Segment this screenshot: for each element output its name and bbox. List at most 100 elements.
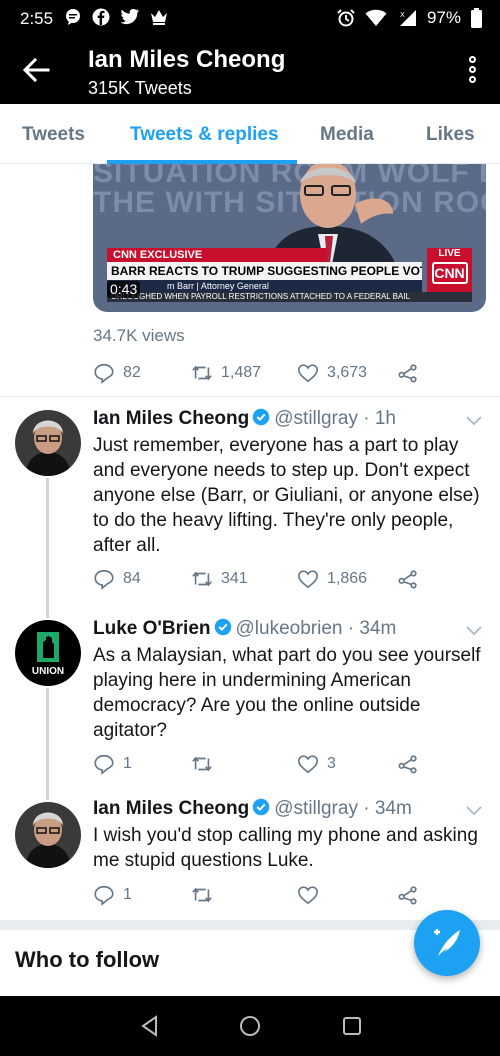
share-button[interactable]: [397, 362, 419, 384]
tweet-header: Luke O'Brien @lukeobrien · 34m: [93, 618, 397, 639]
like-button[interactable]: 3: [297, 753, 336, 775]
retweet-icon: [192, 887, 212, 903]
heart-icon: [298, 364, 318, 383]
tweet-header: Ian Miles Cheong @stillgray · 1h: [93, 408, 396, 429]
retweet-button[interactable]: 341: [191, 568, 248, 590]
tab-tweets[interactable]: Tweets: [22, 124, 85, 146]
tweet[interactable]: UNION Luke O'Brien @lukeobrien · 34m As a…: [0, 606, 500, 796]
cnn-logo: CNN: [431, 262, 468, 284]
timeline[interactable]: SITUATION ROOM WOLF BLITZERTHE WITH SITU…: [0, 164, 500, 996]
tweet-header: Ian Miles Cheong @stillgray · 34m: [93, 798, 412, 819]
verified-badge-icon: [214, 618, 231, 636]
reply-count: 1: [123, 886, 132, 903]
tweet-time: 1h: [374, 408, 396, 429]
retweet-button[interactable]: [191, 884, 221, 906]
tab-media[interactable]: Media: [320, 124, 374, 146]
share-icon: [398, 570, 417, 589]
retweet-button[interactable]: [191, 753, 221, 775]
more-options-icon[interactable]: [466, 56, 478, 86]
tab-likes[interactable]: Likes: [426, 124, 475, 146]
share-button[interactable]: [397, 884, 419, 906]
news-lower-third: CNN EXCLUSIVE BARR REACTS TO TRUMP SUGGE…: [107, 248, 472, 302]
compose-tweet-button[interactable]: [414, 910, 480, 976]
reply-icon: [94, 569, 114, 590]
retweet-button[interactable]: 1,487: [191, 362, 261, 384]
avatar[interactable]: [15, 410, 81, 476]
like-count: 3,673: [327, 364, 368, 381]
who-to-follow-heading: Who to follow: [15, 947, 160, 972]
like-button[interactable]: [297, 884, 327, 906]
video-player[interactable]: SITUATION ROOM WOLF BLITZERTHE WITH SITU…: [93, 164, 486, 312]
author-name[interactable]: Ian Miles Cheong: [93, 408, 249, 429]
avatar[interactable]: [15, 802, 81, 868]
news-headline: BARR REACTS TO TRUMP SUGGESTING PEOPLE V…: [107, 262, 422, 280]
back-arrow-icon[interactable]: [20, 52, 52, 88]
reply-button[interactable]: 1: [93, 884, 132, 906]
reply-icon: [94, 754, 114, 775]
retweet-icon: [192, 756, 212, 772]
reply-button[interactable]: 84: [93, 568, 141, 590]
author-handle[interactable]: @stillgray: [274, 798, 358, 819]
tweet-time: 34m: [359, 618, 397, 639]
tweet[interactable]: Ian Miles Cheong @stillgray · 1h Just rem…: [0, 396, 500, 606]
avatar[interactable]: UNION: [15, 620, 81, 686]
avatar-label: UNION: [32, 666, 64, 677]
reply-icon: [94, 363, 114, 384]
app-bar: Ian Miles Cheong 315K Tweets: [0, 38, 500, 104]
cnn-exclusive-label: CNN EXCLUSIVE: [107, 248, 327, 262]
retweet-icon: [192, 571, 212, 587]
live-badge: LIVE CNN: [427, 248, 472, 292]
share-icon: [398, 755, 417, 774]
tweet-time: 34m: [374, 798, 412, 819]
share-icon: [398, 886, 417, 905]
chevron-down-icon[interactable]: [466, 626, 482, 636]
author-handle[interactable]: @lukeobrien: [236, 618, 343, 639]
tweet[interactable]: Ian Miles Cheong @stillgray · 34m I wish …: [0, 796, 500, 920]
video-duration: 0:43: [107, 281, 141, 298]
reply-count: 82: [123, 364, 141, 381]
tweet-actions: 82 1,487 3,673: [93, 362, 423, 386]
thread-line: [46, 688, 49, 796]
chevron-down-icon[interactable]: [466, 806, 482, 816]
tweet-text: Just remember, everyone has a part to pl…: [93, 435, 480, 556]
reply-button[interactable]: 82: [93, 362, 141, 384]
like-button[interactable]: 1,866: [297, 568, 367, 590]
like-button[interactable]: 3,673: [297, 362, 367, 384]
share-button[interactable]: [397, 753, 419, 775]
tweet-actions: 84 341 1,866: [93, 568, 423, 592]
reply-icon: [94, 885, 114, 906]
chevron-down-icon[interactable]: [466, 416, 482, 426]
system-navigation-bar: [0, 996, 500, 1056]
news-ticker: URLOUGHED WHEN PAYROLL RESTRICTIONS ATTA…: [107, 292, 472, 302]
heart-icon: [298, 886, 318, 905]
retweet-count: 341: [221, 570, 248, 587]
nav-recents-icon[interactable]: [340, 1014, 364, 1038]
view-count: 34.7K views: [93, 326, 185, 345]
nav-back-icon[interactable]: [138, 1014, 162, 1038]
share-icon: [398, 364, 417, 383]
heart-icon: [298, 570, 318, 589]
svg-text:X: X: [400, 11, 405, 19]
twitter-icon: [120, 8, 140, 25]
reply-button[interactable]: 1: [93, 753, 132, 775]
tweet-actions: 1: [93, 884, 423, 908]
share-button[interactable]: [397, 568, 419, 590]
verified-badge-icon: [253, 798, 270, 816]
alarm-icon: [337, 9, 355, 27]
nav-home-icon[interactable]: [238, 1014, 262, 1038]
wifi-icon: [365, 9, 387, 26]
thread-line: [46, 796, 49, 800]
thread-line: [46, 606, 49, 618]
status-bar: 2:55 X 97%: [0, 0, 500, 38]
reply-count: 1: [123, 755, 132, 772]
author-handle[interactable]: @stillgray: [274, 408, 358, 429]
profile-tabs: Tweets Tweets & replies Media Likes: [0, 104, 500, 164]
tweet-count: 315K Tweets: [88, 78, 192, 98]
author-name[interactable]: Luke O'Brien: [93, 618, 211, 639]
thread-line: [46, 478, 49, 606]
retweet-count: 1,487: [221, 364, 262, 381]
battery-icon: [471, 8, 482, 28]
tweet-text: As a Malaysian, what part do you see you…: [93, 645, 481, 741]
tab-tweets-and-replies[interactable]: Tweets & replies: [130, 124, 279, 146]
author-name[interactable]: Ian Miles Cheong: [93, 798, 249, 819]
